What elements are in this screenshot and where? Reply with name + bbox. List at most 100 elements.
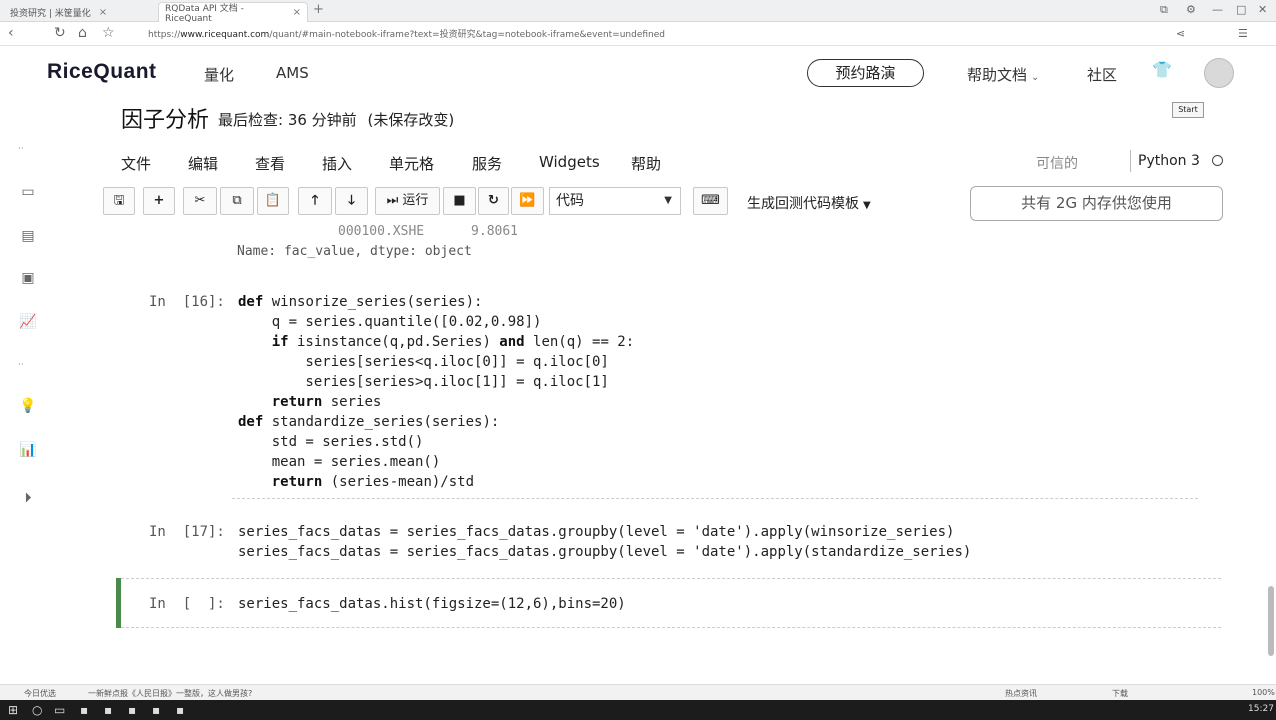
backtest-template-dropdown[interactable]: 生成回测代码模板 ▼ [747, 193, 871, 213]
code-line: q = series.quantile([0.02,0.98]) [238, 314, 542, 330]
app-icon[interactable]: ▪ [80, 703, 88, 717]
close-icon[interactable]: × [293, 7, 301, 18]
rail-separator: ·· [18, 144, 24, 154]
gear-icon[interactable]: ⚙ [1186, 3, 1196, 16]
restart-button[interactable]: ↻ [478, 187, 509, 215]
url-field[interactable]: https://www.ricequant.com/quant/#main-no… [148, 27, 665, 40]
menu-cell[interactable]: 单元格 [389, 153, 434, 174]
keyword-def: def [238, 414, 264, 430]
browser-tab-active[interactable]: RQData API 文档 - RiceQuant × [158, 2, 308, 24]
scrollbar[interactable] [1268, 586, 1274, 656]
url-path: /quant/#main-notebook-iframe?text=投资研究&t… [269, 30, 666, 40]
notebook-title[interactable]: 因子分析 [121, 102, 209, 134]
folder-icon[interactable]: ▣ [18, 270, 38, 286]
output-row: 000100.XSHE 9.8061 [338, 224, 519, 239]
windows-start-icon[interactable]: ⊞ [8, 703, 18, 717]
nav-ams[interactable]: AMS [276, 64, 309, 82]
code-line: return (series-mean)/std [271, 474, 475, 490]
run-button[interactable]: ⏭ 运行 [375, 187, 440, 215]
move-down-button[interactable]: 🡓 [335, 187, 368, 215]
dropdown-arrow-icon: ▼ [664, 195, 672, 206]
star-icon[interactable]: ☆ [102, 25, 115, 41]
run-label: 运行 [402, 193, 429, 208]
copy-button[interactable]: ⧉ [220, 187, 254, 215]
menu-file[interactable]: 文件 [121, 153, 151, 174]
app-icon[interactable]: ▪ [176, 703, 184, 717]
menu-edit[interactable]: 编辑 [188, 153, 218, 174]
menu-widgets[interactable]: Widgets [539, 153, 600, 171]
dropdown-arrow-icon: ▼ [863, 200, 871, 211]
trusted-badge[interactable]: 可信的 [1036, 153, 1078, 173]
status-news[interactable]: 一新鲜点报《人民日报》一整版，这人做男孩? [88, 688, 252, 699]
minimize-icon[interactable]: — [1212, 3, 1223, 16]
template-label: 生成回测代码模板 [747, 196, 859, 212]
refresh-icon[interactable]: ↻ [54, 25, 66, 41]
home-icon[interactable]: ⌂ [78, 25, 87, 41]
cell-divider [232, 498, 1198, 499]
close-window-icon[interactable]: ✕ [1258, 3, 1267, 16]
keyword-and: and [499, 334, 525, 350]
memory-info-box: 共有 2G 内存供您使用 [970, 186, 1223, 221]
status-zoom[interactable]: 100% [1252, 688, 1275, 697]
copy-icon: ⧉ [232, 193, 242, 208]
keyword-def: def [238, 294, 264, 310]
chevron-down-icon: ⌄ [1031, 72, 1040, 83]
app-icon[interactable]: ▪ [128, 703, 136, 717]
code-line[interactable]: series_facs_datas.hist(figsize=(12,6),bi… [238, 596, 626, 612]
app-icon[interactable]: ▪ [152, 703, 160, 717]
browser-tab[interactable]: 投资研究 | 米筐量化 × [4, 2, 150, 22]
avatar[interactable] [1204, 58, 1234, 88]
menu-view[interactable]: 查看 [255, 153, 285, 174]
nav-quant[interactable]: 量化 [204, 64, 234, 85]
shirt-icon[interactable]: 👕 [1152, 60, 1172, 79]
app-icon[interactable]: ▪ [104, 703, 112, 717]
plus-icon: + [153, 193, 165, 208]
book-demo-button[interactable]: 预约路演 [807, 59, 924, 87]
code-line: mean = series.mean() [238, 454, 441, 470]
bar-chart-icon[interactable]: 📊 [18, 442, 38, 458]
menu-help[interactable]: 帮助 [631, 153, 661, 174]
search-icon[interactable]: ○ [32, 703, 42, 717]
menu-kernel[interactable]: 服务 [472, 153, 502, 174]
code-line: series_facs_datas = series_facs_datas.gr… [238, 544, 972, 560]
maximize-icon[interactable]: □ [1236, 3, 1246, 16]
keyword-return: return [271, 474, 323, 490]
menu-icon[interactable]: ☰ [1238, 27, 1248, 40]
browser-tab-bar: 投资研究 | 米筐量化 × RQData API 文档 - RiceQuant … [0, 0, 1276, 24]
run-all-button[interactable]: ⏩ [511, 187, 544, 215]
code-line: std = series.std() [238, 434, 424, 450]
nav-community[interactable]: 社区 [1087, 64, 1117, 85]
start-button[interactable]: Start [1172, 102, 1204, 118]
chart-line-icon[interactable]: 📈 [18, 314, 38, 330]
play-circle-icon[interactable]: ⏵ [18, 490, 38, 506]
ricequant-logo[interactable]: RiceQuant [47, 60, 157, 84]
paste-button[interactable]: 📋 [257, 187, 289, 215]
move-up-button[interactable]: 🡑 [298, 187, 332, 215]
url-prefix: https:// [148, 30, 181, 40]
share-icon[interactable]: ⋖ [1176, 27, 1185, 40]
new-tab-button[interactable]: + [313, 2, 324, 17]
cell-type-select[interactable]: 代码 ▼ [549, 187, 681, 215]
menu-insert[interactable]: 插入 [322, 153, 352, 174]
database-icon[interactable]: ▤ [18, 228, 38, 244]
keyword-if: if [271, 334, 289, 350]
code-line: series[series<q.iloc[0]] = q.iloc[0] [238, 354, 609, 370]
kernel-idle-icon [1211, 155, 1223, 166]
cut-button[interactable]: ✂ [183, 187, 217, 215]
restore-icon[interactable]: ⧉ [1160, 3, 1168, 17]
close-icon[interactable]: × [99, 7, 107, 18]
insert-cell-button[interactable]: + [143, 187, 175, 215]
command-palette-button[interactable]: ⌨ [693, 187, 728, 215]
status-download[interactable]: 下载 [1112, 688, 1128, 699]
cell-prompt: In [16]: [149, 294, 225, 310]
monitor-icon[interactable]: ▭ [18, 184, 38, 200]
back-icon[interactable]: ‹ [8, 25, 14, 41]
status-hot-news[interactable]: 热点资讯 [1005, 688, 1037, 699]
task-view-icon[interactable]: ▭ [54, 703, 65, 717]
save-button[interactable]: 🖫 [103, 187, 135, 215]
interrupt-button[interactable]: ■ [443, 187, 476, 215]
nav-help-docs[interactable]: 帮助文档 ⌄ [967, 64, 1039, 85]
site-header: RiceQuant 量化 AMS 预约路演 帮助文档 ⌄ 社区 👕 Start [0, 46, 1276, 118]
status-left[interactable]: 今日优选 [24, 688, 56, 699]
lightbulb-icon[interactable]: 💡 [18, 398, 38, 414]
